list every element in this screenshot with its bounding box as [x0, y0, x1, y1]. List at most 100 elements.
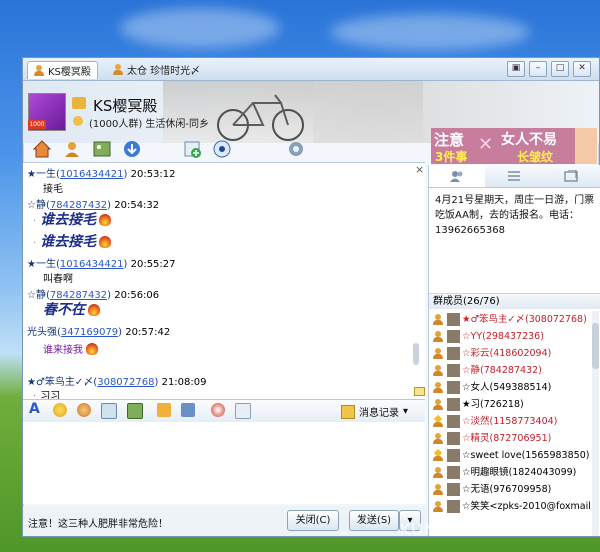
message-body: 谁来接我 — [43, 341, 99, 356]
settings-icon[interactable] — [285, 138, 307, 160]
avatar — [447, 415, 460, 428]
list-item[interactable]: ☆无语(976709958) — [429, 481, 591, 498]
ad-text: 长皱纹 — [517, 150, 554, 164]
music-icon[interactable] — [211, 403, 225, 417]
minimize-button[interactable]: – — [529, 61, 547, 77]
maximize-button[interactable]: □ — [551, 61, 569, 77]
chat-history[interactable]: × ★一生(1016434421) 20:53:12 接毛 ☆静(7842874… — [23, 162, 425, 399]
list-item[interactable]: ☆淡然(1158773404) — [429, 413, 591, 430]
home-icon[interactable] — [31, 138, 53, 160]
avatar — [447, 364, 460, 377]
group-side-panel: 4月21号星期天，周庄一日游，门票吃饭AA制，去的话报名。电话：13962665… — [428, 165, 600, 536]
grid-icon[interactable] — [235, 403, 251, 419]
avatar — [447, 500, 460, 513]
font-icon[interactable]: A — [29, 401, 40, 417]
list-item[interactable]: ★♂笨鸟主✓〆(308072768) — [429, 311, 591, 328]
tab-files[interactable] — [543, 165, 599, 187]
fire-emoticon-icon — [88, 304, 101, 316]
blank-icon[interactable] — [151, 138, 173, 160]
tab-label: KS樱冥殿 — [48, 67, 91, 78]
list-item[interactable]: ☆精灵(872706951) — [429, 430, 591, 447]
image-icon[interactable] — [127, 403, 143, 419]
list-item[interactable]: ☆笑笑<zpks-2010@foxmail — [429, 498, 591, 515]
close-window-button[interactable]: ✕ — [573, 61, 591, 77]
message-header: ★♂笨鸟主✓〆(308072768) 21:08:09 — [27, 377, 207, 388]
mail-icon[interactable] — [414, 387, 425, 396]
member-list[interactable]: ★♂笨鸟主✓〆(308072768) ☆YY(298437236) ☆彩云(41… — [429, 311, 591, 536]
person-icon[interactable] — [61, 138, 83, 160]
close-chat-icon[interactable]: × — [415, 163, 424, 176]
message-body: 接毛 — [43, 184, 63, 195]
sender-id-link[interactable]: 347169079 — [61, 327, 118, 338]
group-type-icon — [72, 97, 86, 109]
avatar — [447, 381, 460, 394]
avatar — [447, 449, 460, 462]
history-icon — [341, 404, 355, 419]
message-body: 春不在 — [43, 299, 101, 319]
ad-warning-link[interactable]: 注意！这三种人肥胖非常危险！ — [28, 515, 168, 530]
fire-emoticon-icon — [99, 236, 112, 248]
group-announcement: 4月21号星期天，周庄一日游，门票吃饭AA制，去的话报名。电话：13962665… — [435, 195, 595, 236]
message-body: · 习习 — [33, 391, 61, 399]
message-header: ★一生(1016434421) 20:55:27 — [27, 259, 176, 270]
share-icon[interactable] — [121, 138, 143, 160]
emoticon-icon[interactable] — [53, 403, 67, 417]
close-button[interactable]: 关闭(C) — [287, 510, 339, 531]
message-body: 叫春啊 — [43, 274, 73, 285]
advert-banner[interactable]: 注意 3件事 ✕ 女人不易 长皱纹 — [431, 128, 597, 164]
message-header: ★一生(1016434421) 20:53:12 — [27, 169, 176, 180]
chat-scrollbar-thumb[interactable] — [413, 343, 419, 365]
tab-taicang-group[interactable]: 太仓 珍惜时光〆 — [107, 61, 206, 78]
side-tabs — [429, 165, 600, 188]
tab-list[interactable] — [486, 165, 542, 187]
message-header: 光头强(347169079) 20:57:42 — [27, 327, 171, 338]
message-history-button[interactable]: 消息记录 ▾ — [341, 404, 408, 419]
cloud — [120, 8, 280, 48]
list-item[interactable]: ☆sweet love(1565983850) — [429, 447, 591, 464]
members-icon — [450, 171, 463, 182]
list-item[interactable]: ☆YY(298437236) — [429, 328, 591, 345]
fire-emoticon-icon — [99, 214, 112, 226]
avatar — [447, 330, 460, 343]
member-scrollbar-thumb[interactable] — [592, 323, 599, 369]
tab-label: 太仓 珍惜时光〆 — [127, 66, 201, 77]
message-body: · 谁去接毛 — [33, 209, 112, 229]
category-icon — [73, 116, 83, 126]
add-icon[interactable] — [181, 138, 203, 160]
sender-id-link[interactable]: 1016434421 — [60, 169, 124, 180]
message-input[interactable] — [23, 422, 425, 504]
sender-id-link[interactable]: 308072768 — [97, 377, 154, 388]
watermark: KUNSHAN BBS — [400, 520, 527, 539]
avatar — [447, 466, 460, 479]
group-icon — [34, 65, 44, 76]
restore-icon[interactable]: ▣ — [507, 61, 525, 77]
eye-icon[interactable] — [211, 138, 233, 160]
bottom-bar: 注意！这三种人肥胖非常危险！ 关闭(C) 发送(S) ▾ — [23, 506, 427, 536]
avatar — [447, 347, 460, 360]
photo-icon[interactable] — [91, 138, 113, 160]
ad-text: 注意 — [434, 131, 465, 149]
screen-icon[interactable] — [181, 403, 195, 417]
magic-emoticon-icon[interactable] — [77, 403, 91, 417]
qq-group-chat-window: KS樱冥殿 太仓 珍惜时光〆 ▣ – □ ✕ 1000 KS樱冥殿 (1000人… — [22, 57, 600, 537]
list-item[interactable]: ☆静(784287432) — [429, 362, 591, 379]
list-item[interactable]: ★习(726218) — [429, 396, 591, 413]
title-bar: KS樱冥殿 太仓 珍惜时光〆 ▣ – □ ✕ — [23, 58, 599, 81]
avatar — [447, 483, 460, 496]
tab-ks-group[interactable]: KS樱冥殿 — [27, 61, 98, 79]
cloud — [330, 14, 530, 50]
group-toolbar — [23, 138, 427, 162]
avatar — [447, 432, 460, 445]
send-button[interactable]: 发送(S) — [349, 510, 399, 531]
list-item[interactable]: ☆女人(549388514) — [429, 379, 591, 396]
screenshot-icon[interactable] — [101, 403, 117, 419]
list-item[interactable]: ☆彩云(418602094) — [429, 345, 591, 362]
message-body: · 谁去接毛 — [33, 231, 112, 251]
hand-icon[interactable] — [157, 403, 171, 417]
list-item[interactable]: ☆明趣眼镜(1824043099) — [429, 464, 591, 481]
ad-text: 3件事 — [435, 150, 468, 164]
history-label: 消息记录 — [359, 408, 399, 419]
sender-id-link[interactable]: 1016434421 — [60, 259, 124, 270]
tab-members[interactable] — [429, 165, 485, 187]
input-toolbar: A 消息记录 ▾ — [23, 399, 425, 423]
